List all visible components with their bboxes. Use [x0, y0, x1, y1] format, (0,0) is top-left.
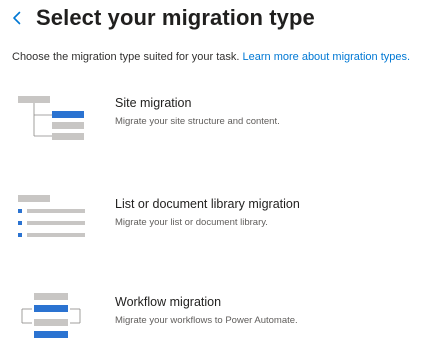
page-header: Select your migration type	[12, 2, 315, 34]
option-workflow-migration[interactable]: Workflow migration Migrate your workflow…	[16, 293, 426, 355]
page-subtitle: Choose the migration type suited for you…	[12, 51, 410, 63]
option-description: Migrate your list or document library.	[115, 217, 268, 228]
subtitle-text: Choose the migration type suited for you…	[12, 51, 240, 63]
site-tree-icon	[18, 96, 84, 140]
option-list-migration[interactable]: List or document library migration Migra…	[16, 195, 426, 257]
back-button[interactable]	[12, 6, 26, 30]
option-title: Workflow migration	[115, 295, 222, 309]
workflow-icon	[21, 293, 81, 338]
option-text: List or document library migration Migra…	[115, 197, 300, 228]
option-text: Workflow migration Migrate your workflow…	[115, 295, 298, 326]
option-description: Migrate your site structure and content.	[115, 116, 280, 127]
option-title: Site migration	[115, 96, 192, 110]
chevron-left-icon	[13, 11, 21, 25]
option-site-migration[interactable]: Site migration Migrate your site structu…	[16, 96, 426, 156]
learn-more-link[interactable]: Learn more about migration types.	[243, 51, 411, 63]
page-title: Select your migration type	[36, 5, 315, 30]
list-icon	[18, 195, 85, 237]
option-description: Migrate your workflows to Power Automate…	[115, 315, 298, 326]
option-title: List or document library migration	[115, 197, 300, 211]
option-text: Site migration Migrate your site structu…	[115, 96, 280, 127]
